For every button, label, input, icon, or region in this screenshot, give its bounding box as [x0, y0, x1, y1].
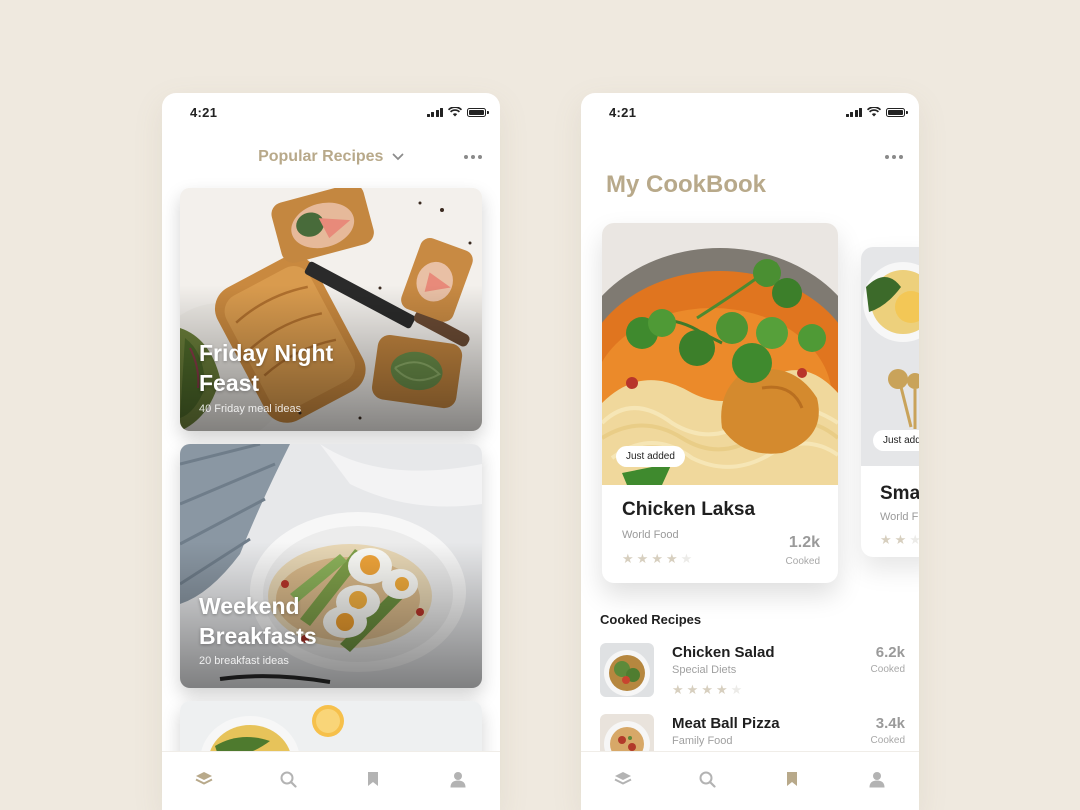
- cooked-count-label: Cooked: [785, 556, 820, 567]
- chicken-salad-photo: [600, 643, 654, 697]
- recipe-collection-card[interactable]: Friday Night Feast 40 Friday meal ideas: [180, 188, 482, 431]
- tab-bar: [581, 751, 919, 810]
- cooked-count: 3.4k: [875, 715, 905, 732]
- cookbook-card[interactable]: Just adde Sma World F ★★★★★: [861, 247, 919, 557]
- tab-search[interactable]: [274, 768, 304, 790]
- wifi-icon: [448, 107, 462, 117]
- cooked-count-label: Cooked: [870, 664, 905, 675]
- search-icon: [280, 771, 297, 788]
- recipe-category: Family Food: [672, 735, 733, 747]
- tab-profile[interactable]: [862, 768, 892, 790]
- star-empty-icon: ★: [909, 532, 919, 547]
- battery-icon: [886, 107, 908, 117]
- status-time: 4:21: [609, 105, 637, 120]
- cellular-signal-icon: [845, 107, 862, 117]
- list-item[interactable]: Chicken Salad Special Diets ★ ★ ★ ★ ★ 6.2k C…: [600, 643, 905, 699]
- recipe-name: Chicken Salad: [672, 644, 775, 661]
- more-dots-icon[interactable]: [460, 151, 486, 163]
- just-added-badge: Just added: [616, 446, 685, 467]
- tab-collections[interactable]: [189, 768, 219, 790]
- chevron-down-icon: [392, 153, 404, 161]
- tab-bar: [162, 751, 500, 810]
- search-icon: [699, 771, 716, 788]
- card-title: Weekend Breakfasts: [199, 593, 317, 649]
- star-filled-icon: ★: [665, 551, 678, 566]
- wifi-icon: [867, 107, 881, 117]
- tab-bookmarks[interactable]: [358, 768, 388, 790]
- recipe-thumbnail: [600, 643, 654, 697]
- my-cookbook-screen: 4:21 My CookBook Just added Chicken Laks…: [581, 93, 919, 810]
- star-filled-icon: ★: [701, 682, 713, 697]
- cooked-count-label: Cooked: [870, 735, 905, 746]
- recipe-category: World Food: [622, 529, 679, 541]
- popular-recipes-screen: 4:21 Popular Recipes Friday Night Feast …: [162, 93, 500, 810]
- cooked-count: 1.2k: [788, 534, 820, 551]
- star-empty-icon: ★: [680, 551, 693, 566]
- profile-icon: [450, 771, 466, 787]
- layers-icon: [195, 772, 213, 785]
- recipe-category: World F: [880, 511, 919, 523]
- recipe-collection-card[interactable]: Weekend Breakfasts 20 breakfast ideas: [180, 444, 482, 688]
- tab-search[interactable]: [693, 768, 723, 790]
- cookbook-card[interactable]: Just added Chicken Laksa World Food ★ ★ ★ ★…: [602, 223, 838, 583]
- star-empty-icon: ★: [730, 682, 743, 697]
- star-filled-icon: ★: [651, 551, 663, 566]
- header-title-text: Popular Recipes: [258, 148, 384, 165]
- star-filled-icon: ★: [894, 532, 907, 547]
- tab-collections[interactable]: [608, 768, 638, 790]
- recipe-name: Meat Ball Pizza: [672, 715, 780, 732]
- bookmark-icon: [787, 772, 798, 786]
- section-title: Cooked Recipes: [600, 612, 702, 627]
- layers-icon: [614, 772, 632, 785]
- tab-profile[interactable]: [443, 768, 473, 790]
- page-title: My CookBook: [606, 171, 767, 198]
- star-filled-icon: ★: [880, 532, 892, 547]
- star-filled-icon: ★: [715, 682, 728, 697]
- popular-recipes-dropdown[interactable]: Popular Recipes: [162, 148, 500, 166]
- status-bar: 4:21: [581, 93, 919, 133]
- more-dots-icon[interactable]: [881, 151, 907, 163]
- star-filled-icon: ★: [686, 682, 699, 697]
- bookmark-icon: [368, 772, 379, 786]
- recipe-category: Special Diets: [672, 664, 737, 676]
- star-filled-icon: ★: [636, 551, 649, 566]
- tab-bookmarks[interactable]: [777, 768, 807, 790]
- status-icons: [845, 107, 908, 117]
- profile-icon: [869, 771, 885, 787]
- star-rating: ★★★★★: [672, 683, 742, 696]
- status-bar: 4:21: [162, 93, 500, 133]
- status-time: 4:21: [190, 105, 218, 120]
- star-filled-icon: ★: [672, 682, 684, 697]
- card-subtitle: 20 breakfast ideas: [199, 655, 289, 667]
- cellular-signal-icon: [426, 107, 443, 117]
- battery-icon: [467, 107, 489, 117]
- recipe-name: Sma: [880, 483, 919, 504]
- star-filled-icon: ★: [622, 551, 634, 566]
- star-rating: ★★★★★: [622, 552, 692, 565]
- cooked-count: 6.2k: [875, 644, 905, 661]
- star-rating: ★★★★★: [880, 533, 919, 546]
- card-title: Friday Night Feast: [199, 340, 334, 396]
- recipe-name: Chicken Laksa: [622, 499, 756, 520]
- just-added-badge: Just adde: [873, 430, 919, 451]
- status-icons: [426, 107, 489, 117]
- card-subtitle: 40 Friday meal ideas: [199, 403, 302, 415]
